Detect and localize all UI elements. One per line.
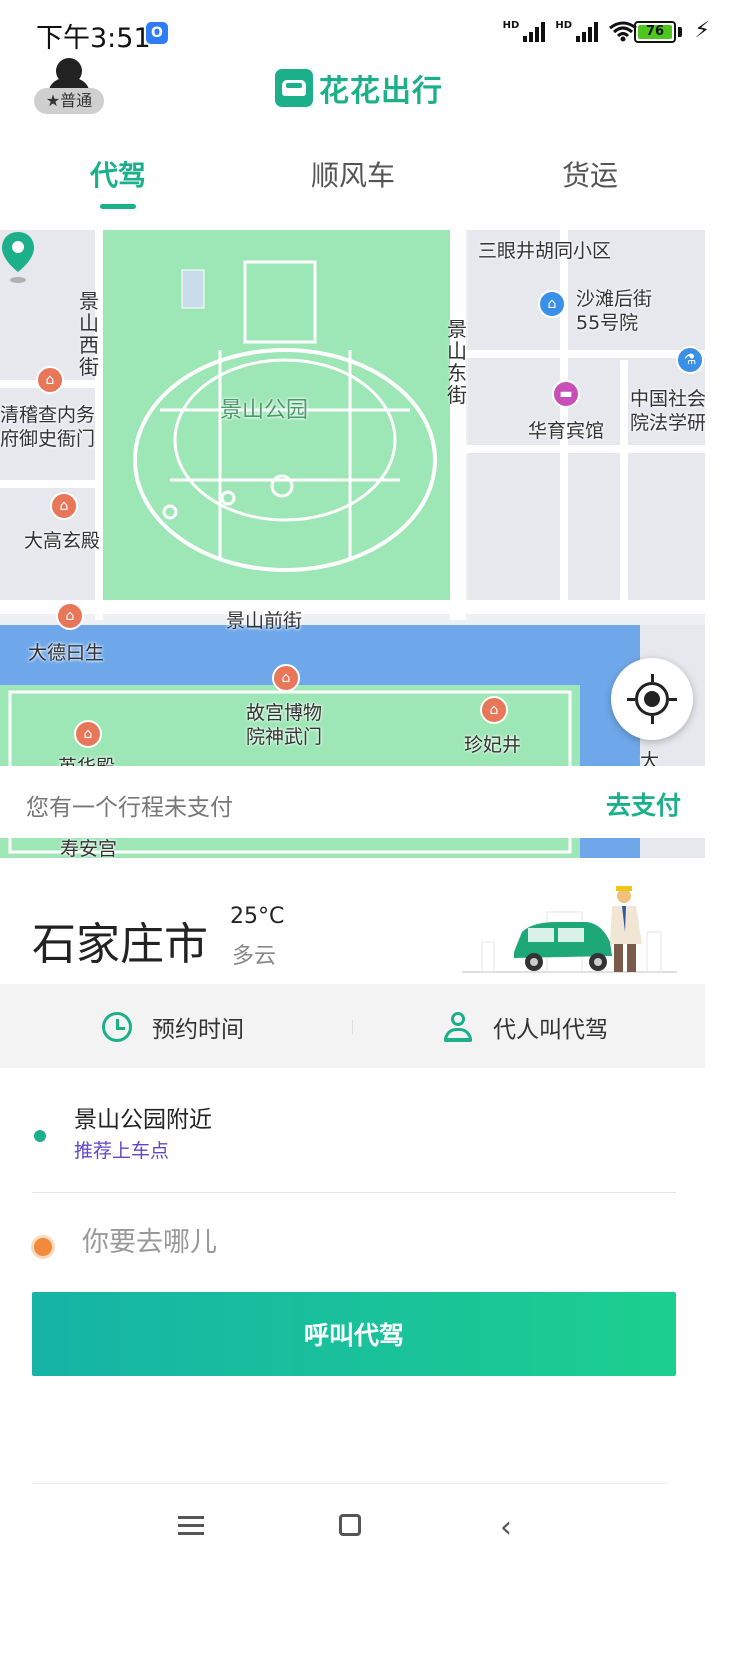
signal-indicators: HD HD (503, 20, 638, 42)
map-poi-icon: ⌂ (74, 720, 102, 748)
map-label-qingji2: 府御史衙门 (0, 428, 96, 450)
temperature: 25°C (230, 904, 285, 929)
map-poi-icon: ⌂ (480, 696, 508, 724)
signal-icon-2 (576, 20, 598, 42)
battery-icon: 76 (634, 21, 676, 43)
call-driver-button[interactable]: 呼叫代驾 (32, 1292, 676, 1376)
map-label-jingshandong: 景山东街 (447, 317, 467, 407)
schedule-time-option[interactable]: 预约时间 (102, 1010, 244, 1044)
tab-huoyun[interactable]: 货运 (510, 154, 670, 194)
driver-car-illustration (462, 886, 677, 973)
map-view[interactable]: 景山公园 三眼井胡同小区 ⌂ 沙滩后街 55号院 ⚗ 中国社会 院法学研 ▬ 华… (0, 230, 705, 858)
charging-icon: ⚡ (694, 18, 710, 43)
map-label-sanyanjing: 三眼井胡同小区 (478, 240, 612, 262)
current-location-pin-icon (2, 232, 34, 283)
battery-level: 76 (638, 25, 672, 39)
nav-divider (32, 1483, 668, 1484)
car-logo-icon (275, 69, 313, 107)
map-label-jingshanxi: 景山西街 (79, 289, 99, 379)
back-icon[interactable]: ‹ (500, 1510, 512, 1545)
signal-icon (523, 20, 546, 42)
call-for-others-label: 代人叫代驾 (493, 1017, 608, 1043)
unpaid-trip-banner: 您有一个行程未支付 去支付 (0, 766, 705, 838)
map-poi-icon: ⌂ (50, 492, 78, 520)
booking-card: 石家庄市 25°C 多云 预约时间 代人叫代驾 景山公园附近 推荐上车点 呼 (0, 858, 705, 1498)
weather-desc: 多云 (232, 944, 277, 969)
battery-cap (678, 27, 682, 37)
home-icon[interactable] (339, 1514, 361, 1536)
schedule-time-label: 预约时间 (152, 1017, 244, 1043)
map-label-shehui2: 院法学研 (630, 412, 705, 434)
app-notification-icon: O (146, 22, 168, 44)
status-time: 下午3:51 (36, 23, 151, 54)
map-poi-icon: ⌂ (272, 664, 300, 692)
map-label-shatan: 沙滩后街 (576, 288, 653, 310)
map-label-gugong1: 故宫博物 (246, 702, 323, 724)
active-tab-indicator (100, 204, 136, 209)
map-poi-icon: ⌂ (56, 602, 84, 630)
tab-shunfengche[interactable]: 顺风车 (273, 154, 433, 194)
pickup-hint[interactable]: 推荐上车点 (74, 1136, 169, 1163)
status-bar: 下午3:51 O HD HD 76 ⚡ (0, 0, 750, 70)
go-pay-link[interactable]: 去支付 (606, 786, 681, 822)
pickup-location[interactable]: 景山公园附近 (74, 1100, 212, 1134)
destination-input[interactable] (80, 1226, 644, 1259)
tab-daijia[interactable]: 代驾 (38, 154, 198, 194)
city-name: 石家庄市 (32, 919, 208, 970)
map-label-jingshanqian: 景山前街 (226, 610, 303, 632)
system-nav-bar: ‹ (0, 1490, 705, 1570)
map-label-park: 景山公园 (220, 398, 309, 423)
locate-me-button[interactable] (611, 658, 693, 740)
pickup-dot-icon (34, 1130, 46, 1142)
hd-label-2: HD (555, 19, 572, 31)
map-poi-icon: ⌂ (36, 366, 64, 394)
hd-label: HD (502, 19, 520, 31)
map-label-huayu: 华育宾馆 (528, 420, 605, 442)
map-label-qingji1: 清稽查内务 (0, 404, 96, 426)
map-poi-hotel-icon: ▬ (552, 380, 580, 408)
map-label-shatan2: 55号院 (576, 312, 639, 334)
call-for-others-option[interactable]: 代人叫代驾 (443, 1010, 608, 1044)
clock-icon (102, 1012, 132, 1042)
map-label-gugong2: 院神武门 (246, 726, 323, 748)
user-avatar-button[interactable]: ★普通 (34, 58, 104, 114)
destination-dot-icon (34, 1238, 52, 1256)
options-divider (352, 1020, 353, 1034)
user-level-badge: ★普通 (34, 88, 104, 114)
brand: 花花出行 (275, 66, 443, 110)
target-center (644, 691, 660, 707)
map-label-zhenfei: 珍妃井 (464, 734, 522, 756)
person-icon (443, 1012, 473, 1042)
map-label-shehui1: 中国社会 (630, 388, 705, 410)
menu-icon[interactable] (178, 1516, 204, 1536)
service-tabs: 代驾 顺风车 货运 (0, 140, 705, 220)
map-poi-icon: ⌂ (538, 290, 566, 318)
brand-name: 花花出行 (319, 74, 443, 109)
map-label-dagao: 大高玄殿 (24, 530, 101, 552)
map-label-dade: 大德曰生 (28, 642, 105, 664)
map-poi-icon: ⚗ (676, 346, 704, 374)
booking-options: 预约时间 代人叫代驾 (0, 984, 705, 1068)
unpaid-trip-text: 您有一个行程未支付 (26, 795, 233, 821)
divider (32, 1192, 676, 1193)
